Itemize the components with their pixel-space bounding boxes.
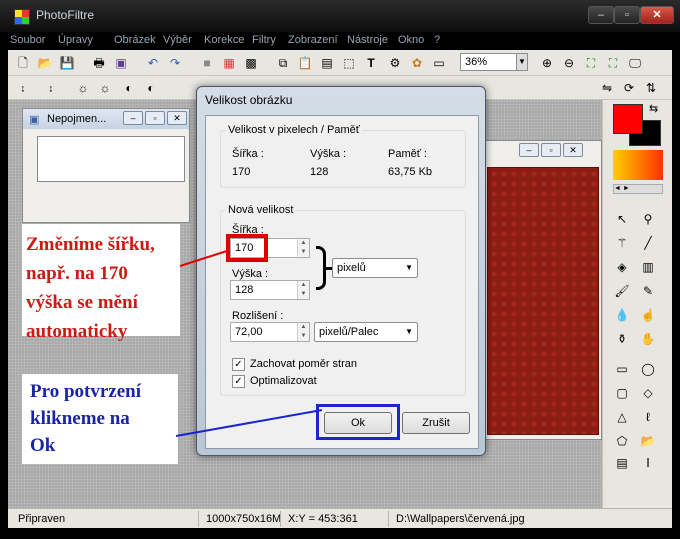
blue-pointer-line: [175, 409, 323, 437]
annotation-arrows: [175, 249, 323, 437]
red-pointer-line: [179, 249, 231, 267]
app-window: PhotoFiltre – ▫ ✕ Soubor Úpravy Obrázek …: [0, 0, 680, 539]
